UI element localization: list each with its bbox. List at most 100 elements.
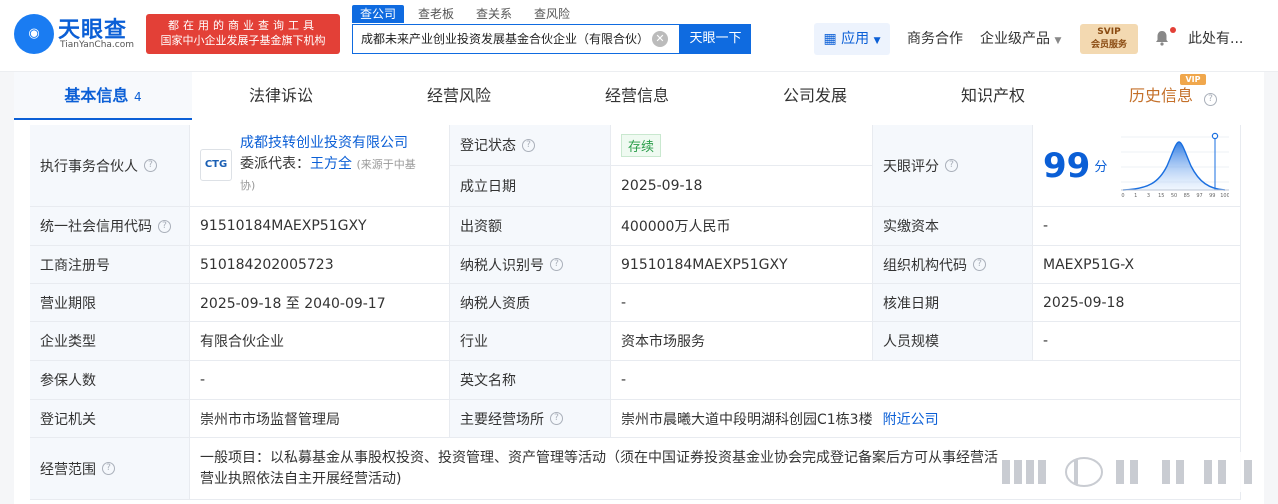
user-menu[interactable]: 此处有... (1188, 28, 1243, 48)
paid-capital-label: 实缴资本 (873, 207, 1033, 246)
score-axis-tick: 50 (1171, 193, 1177, 199)
logo-en-text: TianYanCha.com (60, 40, 135, 50)
credit-code-label: 统一社会信用代码 (40, 219, 152, 235)
svip-badge[interactable]: SVIP 会员服务 (1080, 24, 1138, 54)
vip-tag: VIP (1180, 74, 1206, 85)
tab-legal[interactable]: 法律诉讼 (192, 72, 370, 120)
rep-source-tail: 协) (240, 179, 256, 192)
reg-status-label: 登记状态 (460, 138, 516, 154)
help-icon[interactable]: ? (945, 159, 958, 172)
credit-code: 91510184MAEXP51GXY (190, 207, 450, 246)
apps-menu[interactable]: ▦ 应用 ▼ (814, 23, 890, 55)
paid-capital: - (1033, 207, 1241, 246)
reg-no: 510184202005723 (190, 246, 450, 284)
score-label: 天眼评分 (883, 158, 939, 175)
address: 崇州市晨曦大道中段明湖科创园C1栋3楼 (621, 411, 873, 428)
tax-id: 91510184MAEXP51GXY (611, 246, 873, 284)
slogan-line2: 国家中小企业发展子基金旗下机构 (160, 34, 326, 47)
rep-source: (来源于中基 (356, 158, 416, 171)
help-icon[interactable]: ? (550, 412, 563, 425)
credit-code-label-cell: 统一社会信用代码 ? (30, 207, 190, 246)
nav-enterprise-label: 企业级产品 (980, 31, 1050, 47)
score-axis-tick: 85 (1184, 193, 1190, 199)
en-name-label: 英文名称 (450, 361, 611, 400)
partner-name-link[interactable]: 成都技转创业投资有限公司 (240, 133, 416, 154)
basic-info-table: 执行事务合伙人 ? CTG 成都技转创业投资有限公司 委派代表：王方全 (来源于… (14, 120, 1264, 504)
partner-logo: CTG (200, 149, 232, 181)
scope-label: 经营范围 (40, 461, 96, 478)
reg-no-label: 工商注册号 (30, 246, 190, 284)
partner-label-cell: 执行事务合伙人 ? (30, 125, 190, 207)
search-tab-risk[interactable]: 查风险 (526, 5, 578, 23)
help-icon[interactable]: ? (522, 138, 535, 152)
help-icon[interactable]: ? (1204, 93, 1218, 106)
tab-ip[interactable]: 知识产权 (904, 72, 1082, 120)
type-label: 企业类型 (30, 322, 190, 361)
staff-label: 人员规模 (873, 322, 1033, 361)
help-icon[interactable]: ? (158, 219, 171, 233)
org-code-label: 组织机构代码 (883, 257, 967, 274)
score-distribution-curve: 0 1 3 15 50 85 97 99 100 (1121, 132, 1230, 199)
tab-risk[interactable]: 经营风险 (370, 72, 548, 120)
search-tab-company[interactable]: 查公司 (352, 5, 405, 23)
help-icon[interactable]: ? (973, 258, 986, 271)
clear-icon[interactable]: ✕ (652, 31, 668, 47)
tab-development[interactable]: 公司发展 (726, 72, 904, 120)
org-code: MAEXP51G-X (1033, 246, 1241, 284)
score-cell[interactable]: 99 分 0 1 3 15 50 85 97 99 100 (1033, 125, 1241, 207)
rep-name-link[interactable]: 王方全 (310, 156, 352, 172)
svip-service-label: 会员服务 (1090, 40, 1127, 50)
industry-label: 行业 (450, 322, 611, 361)
en-name: - (611, 361, 1241, 400)
eye-logo-icon: ◉ (14, 14, 54, 54)
reg-status-label-cell: 登记状态 ? (450, 125, 611, 166)
score-value: 99 (1043, 145, 1091, 186)
status-badge: 存续 (621, 133, 662, 157)
tax-quality: - (611, 284, 873, 322)
tab-basic-info[interactable]: 基本信息 4 (14, 72, 192, 120)
authority-label: 登记机关 (30, 400, 190, 438)
found-date-label: 成立日期 (450, 166, 611, 207)
address-cell: 崇州市晨曦大道中段明湖科创园C1栋3楼 附近公司 (611, 400, 1241, 438)
tax-quality-label: 纳税人资质 (450, 284, 611, 322)
nearby-companies-link[interactable]: 附近公司 (883, 409, 939, 429)
search-type-tabs: 查公司 查老板 查关系 查风险 (352, 5, 584, 23)
watermark-overlay (998, 452, 1260, 492)
help-icon[interactable]: ? (102, 462, 115, 475)
score-unit: 分 (1094, 160, 1108, 175)
capital: 400000万人民币 (611, 207, 873, 246)
help-icon[interactable]: ? (550, 258, 563, 271)
score-label-cell: 天眼评分 ? (873, 125, 1033, 207)
tab-history[interactable]: 历史信息 ? (1084, 72, 1262, 120)
search-button[interactable]: 天眼一下 (680, 24, 751, 54)
nav-business[interactable]: 商务合作 (907, 28, 963, 48)
site-logo[interactable]: ◉ 天眼查 TianYanCha.com (14, 12, 140, 54)
address-label: 主要经营场所 (460, 411, 544, 428)
section-tabs: 基本信息 4 法律诉讼 经营风险 经营信息 公司发展 知识产权 历史信息 ? (14, 72, 1264, 120)
tax-id-label: 纳税人识别号 (460, 257, 544, 274)
nav-enterprise[interactable]: 企业级产品 ▼ (980, 28, 1061, 48)
top-header: ◉ 天眼查 TianYanCha.com 都在用的商业查询工具 国家中小企业发展… (0, 0, 1278, 72)
scope-line1: 一般项目：以私募基金从事股权投资、投资管理、资产管理等活动（须在中国证券投资基金… (200, 450, 998, 466)
grid-icon: ▦ (823, 31, 837, 47)
capital-label: 出资额 (450, 207, 611, 246)
rep-prefix: 委派代表： (240, 156, 310, 172)
partner-cell: CTG 成都技转创业投资有限公司 委派代表：王方全 (来源于中基 协) (190, 125, 450, 207)
caret-down-icon: ▼ (873, 36, 881, 46)
score-axis-tick: 3 (1147, 193, 1150, 199)
score-axis-tick: 15 (1158, 193, 1164, 199)
partner-label: 执行事务合伙人 (40, 158, 138, 175)
approve-date: 2025-09-18 (1033, 284, 1241, 322)
chevron-down-icon: ▼ (1054, 36, 1062, 46)
insured-label: 参保人数 (30, 361, 190, 400)
org-code-label-cell: 组织机构代码 ? (873, 246, 1033, 284)
tab-basic-info-label: 基本信息 (64, 86, 129, 105)
help-icon[interactable]: ? (144, 159, 157, 172)
score-axis-tick: 99 (1209, 193, 1215, 199)
found-date: 2025-09-18 (611, 166, 873, 207)
search-tab-boss[interactable]: 查老板 (410, 5, 462, 23)
bell-icon[interactable] (1154, 30, 1170, 46)
tab-operation[interactable]: 经营信息 (548, 72, 726, 120)
search-input[interactable]: 成都未来产业创业投资发展基金合伙企业（有限合伙） (352, 24, 680, 54)
search-tab-relation[interactable]: 查关系 (468, 5, 520, 23)
